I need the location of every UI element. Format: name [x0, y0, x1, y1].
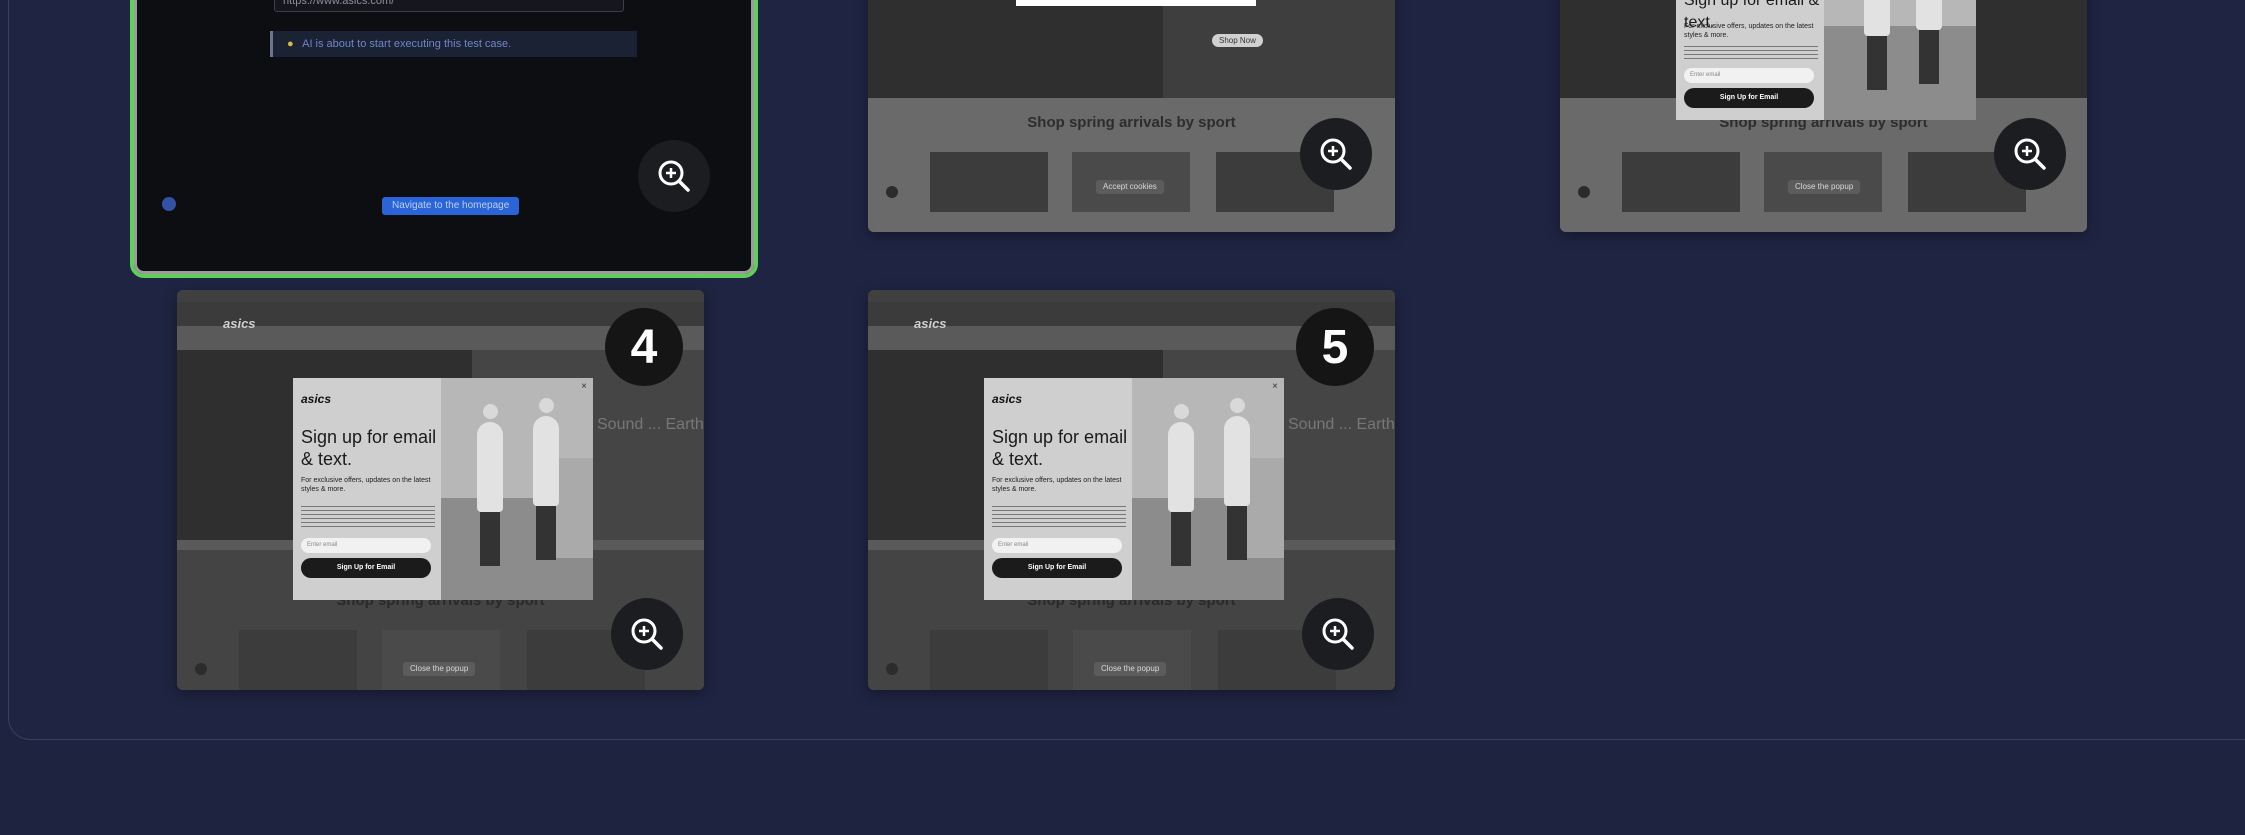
- action-label: Close the popup: [1094, 662, 1167, 676]
- site-logo: asics: [914, 316, 947, 331]
- popup-subtitle: For exclusive offers, updates on the lat…: [301, 477, 431, 493]
- zoom-button[interactable]: [638, 140, 710, 212]
- zoom-button[interactable]: [1302, 598, 1374, 670]
- status-dot-icon: ●: [287, 38, 294, 50]
- action-label: Close the popup: [403, 662, 476, 676]
- zoom-in-icon: [658, 160, 690, 192]
- popup-logo: asics: [992, 392, 1023, 406]
- hero-text: Sound ... Earth: [1288, 416, 1395, 433]
- step-card-3[interactable]: Shop spring arrivals by sport Close the …: [1560, 0, 2087, 232]
- zoom-in-icon: [631, 618, 663, 650]
- corner-icon: [1578, 186, 1590, 198]
- step-number-badge: 4: [605, 308, 683, 386]
- corner-icon: [886, 663, 898, 675]
- action-label: Accept cookies: [1096, 180, 1164, 194]
- popup-signup-button: Sign Up for Email: [992, 558, 1122, 578]
- popup-email-input: Enter email: [301, 538, 431, 553]
- step-label: Navigate to the homepage: [382, 197, 520, 215]
- corner-icon: [886, 186, 898, 198]
- zoom-in-icon: [2014, 138, 2046, 170]
- step-card-5[interactable]: asics Sound ... Earth Shop spring arriva…: [868, 290, 1395, 690]
- zoom-button[interactable]: [1994, 118, 2066, 190]
- signup-popup: Sign up for email & text. For exclusive …: [1676, 0, 1976, 120]
- popup-title: Sign up for email & text.: [301, 427, 437, 469]
- popup-email-input: Enter email: [1684, 68, 1814, 83]
- zoom-button[interactable]: [611, 598, 683, 670]
- url-field: https://www.asics.com/: [274, 0, 624, 12]
- signup-popup: asics × Sign up for email & text. For ex…: [293, 378, 593, 600]
- popup-subtitle: For exclusive offers, updates on the lat…: [992, 477, 1122, 493]
- website-screenshot: Shop Now Shop spring arrivals by sport A…: [868, 0, 1395, 232]
- popup-subtitle: For exclusive offers, updates on the lat…: [1684, 23, 1814, 39]
- execution-status: ● AI is about to start executing this te…: [270, 31, 637, 57]
- step-card-4[interactable]: asics Sound ... Earth Shop spring arriva…: [177, 290, 704, 690]
- zoom-in-icon: [1322, 618, 1354, 650]
- close-icon: ×: [581, 381, 587, 392]
- popup-email-input: Enter email: [992, 538, 1122, 553]
- popup-logo: asics: [301, 392, 332, 406]
- signup-popup: asics × Sign up for email & text. For ex…: [984, 378, 1284, 600]
- popup-signup-button: Sign Up for Email: [1684, 88, 1814, 108]
- step-card-2[interactable]: Shop Now Shop spring arrivals by sport A…: [868, 0, 1395, 232]
- zoom-button[interactable]: [1300, 118, 1372, 190]
- shop-now-button: Shop Now: [1212, 34, 1263, 47]
- site-logo: asics: [223, 316, 256, 331]
- hero-text: Sound ... Earth: [597, 416, 704, 433]
- active-step-card[interactable]: https://www.asics.com/ ● AI is about to …: [130, 0, 758, 278]
- execution-status-text: AI is about to start executing this test…: [302, 38, 512, 50]
- corner-icon: [195, 663, 207, 675]
- popup-title: Sign up for email & text.: [992, 427, 1128, 469]
- close-icon: ×: [1272, 381, 1278, 392]
- step-number-badge: 5: [1296, 308, 1374, 386]
- zoom-in-icon: [1320, 138, 1352, 170]
- popup-signup-button: Sign Up for Email: [301, 558, 431, 578]
- action-label: Close the popup: [1788, 180, 1861, 194]
- agent-avatar-icon: [162, 197, 176, 211]
